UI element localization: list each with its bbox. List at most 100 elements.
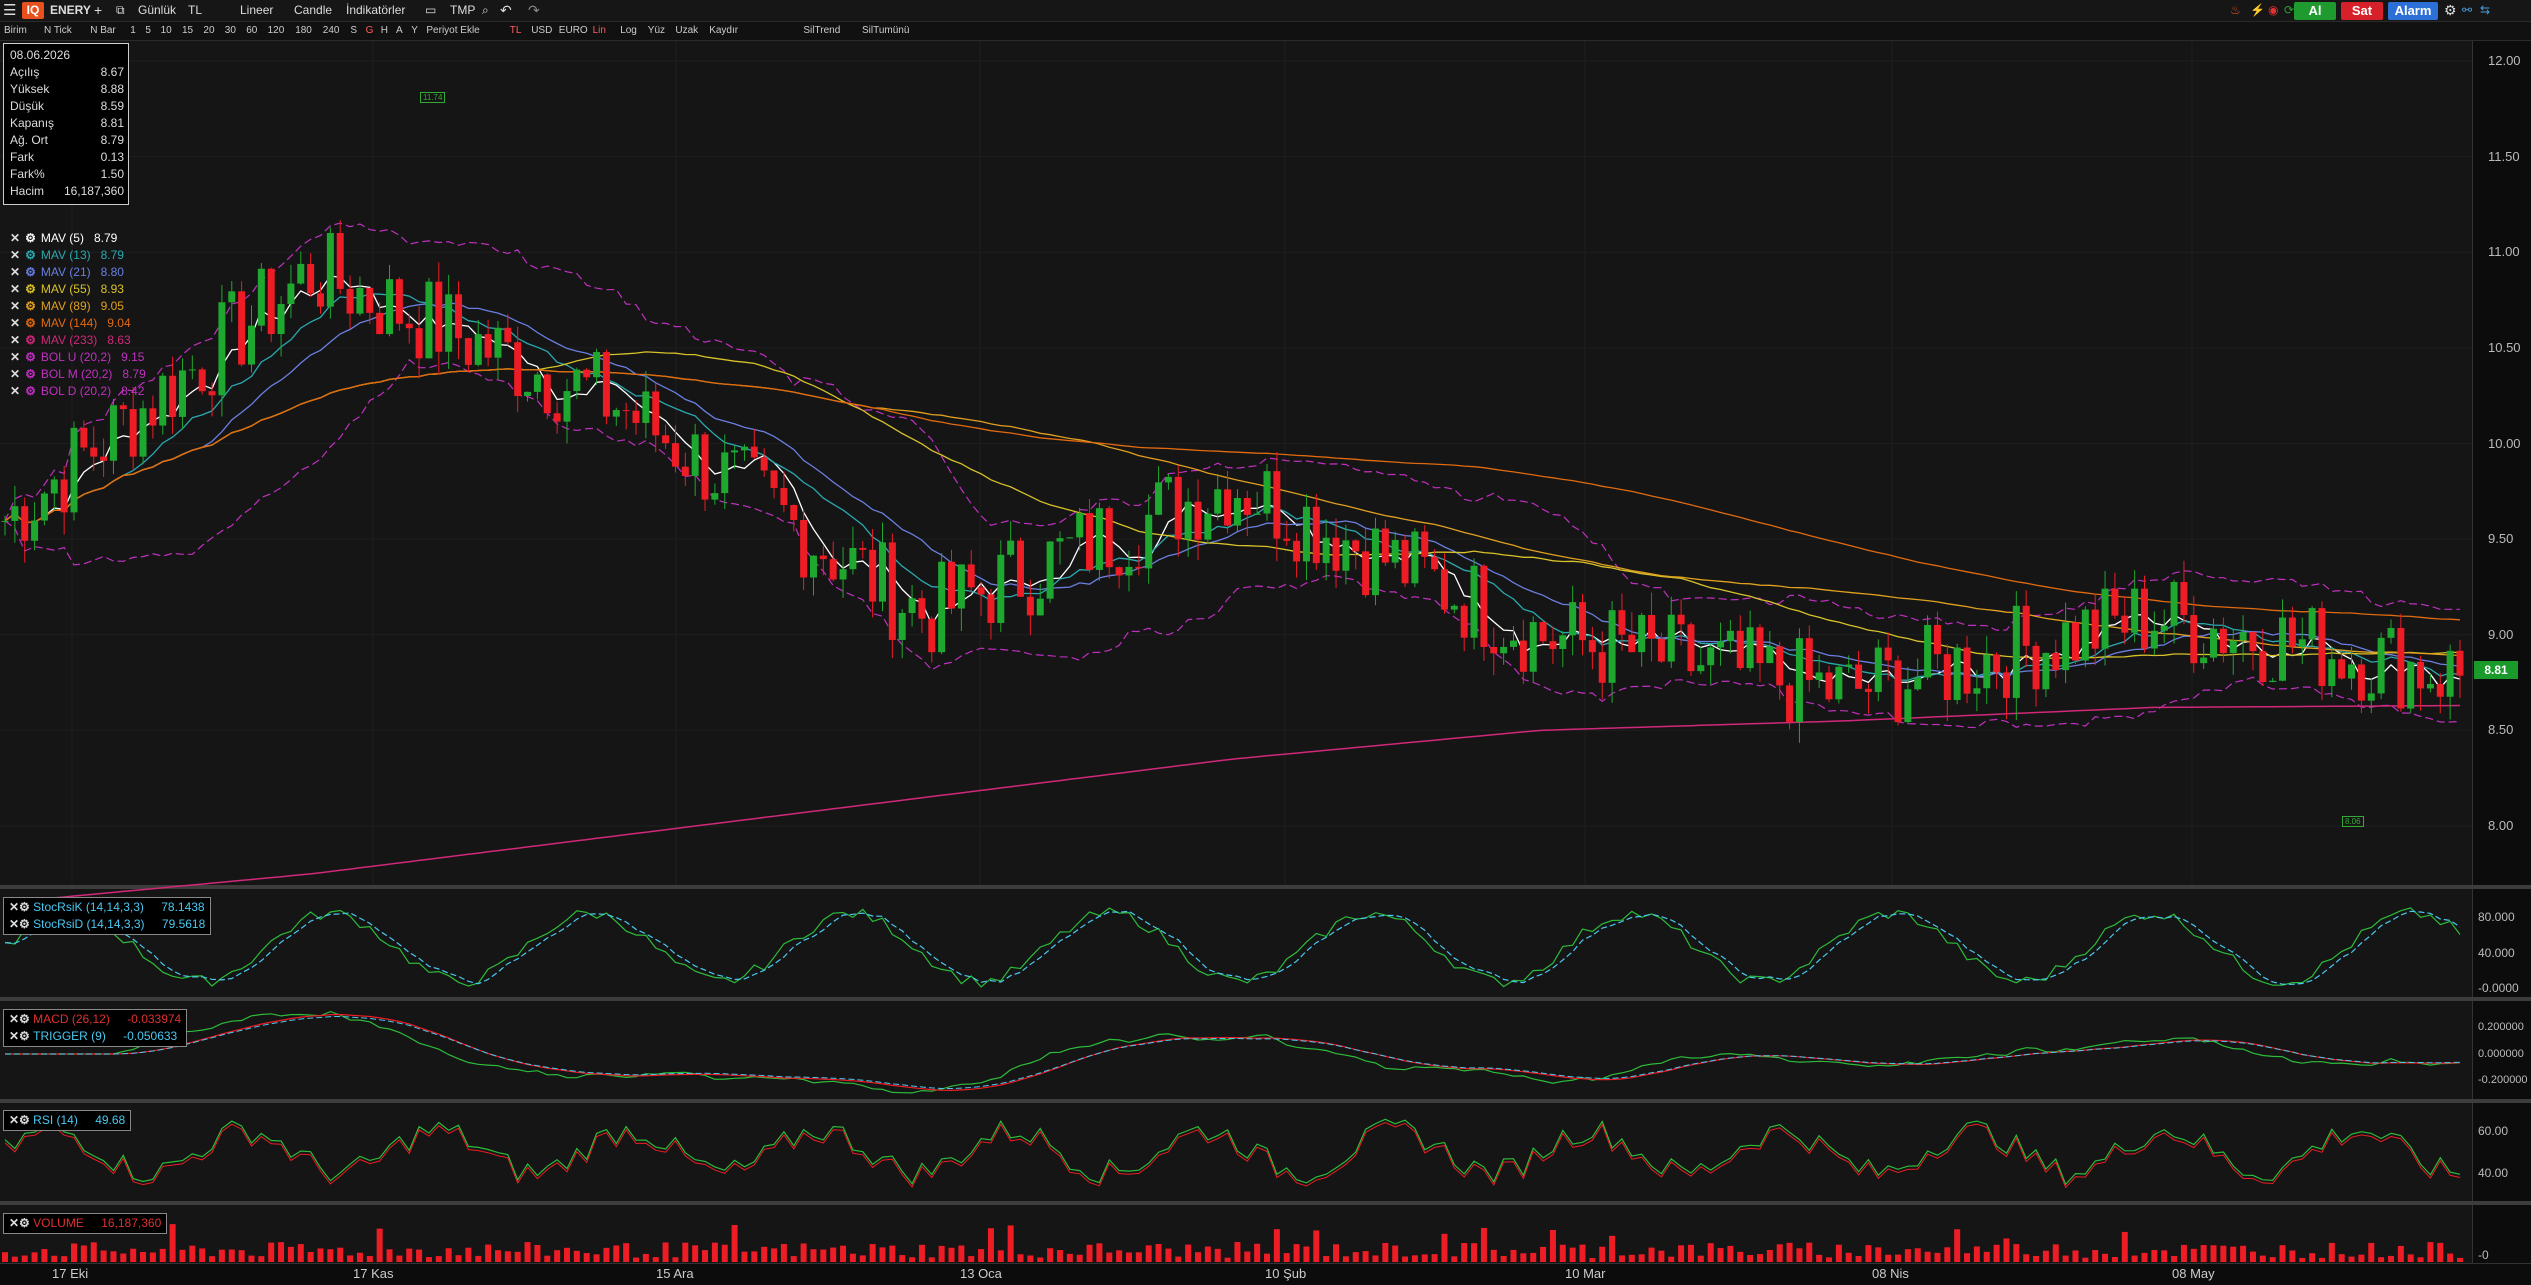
candle-body — [2002, 672, 2010, 698]
volume-bar — [2407, 1254, 2414, 1262]
volume-bar — [1194, 1252, 1201, 1262]
volume-bar — [1648, 1247, 1655, 1262]
candle-body — [1164, 476, 1172, 483]
candle-body — [1253, 513, 1261, 515]
volume-bar — [1609, 1235, 1616, 1262]
close-icon[interactable]: ✕ — [10, 231, 20, 245]
legend-item[interactable]: ✕ ⚙ BOL U (20,2) 9.15 — [10, 349, 144, 365]
volume-bar — [573, 1250, 580, 1262]
legend-value: 9.15 — [121, 350, 145, 364]
volume-bar — [2003, 1238, 2010, 1262]
volume-bar — [849, 1253, 856, 1262]
volume-bar — [1017, 1254, 1024, 1262]
candle-body — [494, 327, 502, 358]
settings-icon[interactable]: ⚙ — [25, 367, 36, 381]
candle-body — [1273, 471, 1281, 539]
close-icon[interactable]: ✕ — [10, 248, 20, 262]
candle-body — [1973, 688, 1981, 694]
ohlc-label: Ağ. Ort — [10, 133, 49, 147]
legend-item[interactable]: ✕ ⚙ BOL M (20,2) 8.79 — [10, 366, 146, 382]
legend-item[interactable]: ✕ ⚙ MAV (144) 9.04 — [10, 315, 131, 331]
candle-body — [326, 233, 334, 307]
volume-bar — [1204, 1246, 1211, 1262]
volume-bar — [327, 1249, 334, 1262]
settings-icon[interactable]: ⚙ — [25, 333, 36, 347]
volume-bar — [1007, 1225, 1014, 1262]
legend-value: 8.80 — [100, 265, 124, 279]
candle-body — [2446, 650, 2454, 697]
volume-bar — [1530, 1252, 1537, 1262]
volume-bar — [1303, 1246, 1310, 1262]
volume-bar — [1096, 1243, 1103, 1262]
settings-icon[interactable]: ⚙ — [25, 282, 36, 296]
settings-icon[interactable]: ⚙ — [25, 231, 36, 245]
candle-body — [1874, 647, 1882, 692]
close-icon[interactable]: ✕ — [10, 350, 20, 364]
volume-legend: ✕⚙ VOLUME 16,187,360 — [3, 1213, 168, 1234]
volume-bar — [1658, 1250, 1665, 1262]
settings-icon[interactable]: ⚙ — [25, 384, 36, 398]
candle-body — [2219, 628, 2227, 654]
candle-body — [1490, 646, 1498, 654]
legend-item[interactable]: ✕ ⚙ MAV (13) 8.79 — [10, 247, 124, 263]
sync-icon[interactable]: ⇆ — [2480, 0, 2490, 21]
settings-icon[interactable]: ⚙ — [25, 299, 36, 313]
volume-bar — [2447, 1253, 2454, 1262]
legend-item[interactable]: ✕ ⚙ BOL D (20,2) 8.42 — [10, 383, 144, 399]
price-scale[interactable] — [2472, 41, 2531, 885]
close-icon[interactable]: ✕ — [10, 384, 20, 398]
volume-bar — [130, 1248, 137, 1262]
close-icon[interactable]: ✕ — [10, 299, 20, 313]
volume-bar — [1678, 1245, 1685, 1262]
volume-bar — [524, 1242, 531, 1262]
rsi-scale[interactable] — [2472, 1103, 2531, 1201]
volume-bar — [563, 1247, 570, 1262]
candle-body — [287, 283, 295, 305]
settings-icon[interactable]: ⚙ — [25, 248, 36, 262]
volume-bar — [2457, 1257, 2463, 1262]
candle-body — [2042, 652, 2050, 690]
candle-body — [1283, 538, 1291, 541]
volume-bar — [1471, 1243, 1478, 1262]
settings-icon[interactable]: ⚙ — [25, 350, 36, 364]
volume-bar — [534, 1245, 541, 1262]
volume-bar — [1382, 1242, 1389, 1262]
legend-value: 8.42 — [121, 384, 145, 398]
volume-bar — [1116, 1250, 1123, 1262]
legend-item[interactable]: ✕ ⚙ MAV (5) 8.79 — [10, 230, 117, 246]
macd-axis-pos: 0.200000 — [2478, 1021, 2524, 1033]
legend-item[interactable]: ✕ ⚙ MAV (233) 8.63 — [10, 332, 131, 348]
candle-body — [208, 391, 216, 396]
candle-body — [2150, 630, 2158, 649]
close-icon[interactable]: ✕ — [10, 316, 20, 330]
candle-body — [918, 598, 926, 619]
volume-bar — [2289, 1250, 2296, 1262]
chart-canvas[interactable] — [0, 0, 2472, 1263]
legend-item[interactable]: ✕ ⚙ MAV (55) 8.93 — [10, 281, 124, 297]
candle-body — [2308, 608, 2316, 640]
candle-body — [1500, 646, 1508, 654]
legend-item[interactable]: ✕ ⚙ MAV (21) 8.80 — [10, 264, 124, 280]
settings-icon[interactable]: ⚙ — [25, 265, 36, 279]
candle-body — [1115, 567, 1123, 576]
candle-body — [336, 233, 344, 289]
volume-bar — [1717, 1248, 1724, 1262]
volume-bar — [199, 1248, 206, 1262]
date-label: 10 Şub — [1265, 1266, 1307, 1281]
volume-bar — [1490, 1249, 1497, 1262]
volume-bar — [100, 1250, 107, 1262]
high-marker: 11.74 — [420, 92, 446, 103]
volume-bar — [1421, 1254, 1428, 1262]
settings-icon[interactable]: ⚙ — [25, 316, 36, 330]
candle-body — [780, 488, 788, 506]
volume-bar — [1510, 1249, 1517, 1262]
close-icon[interactable]: ✕ — [10, 333, 20, 347]
ohlc-row: Düşük 8.59 — [10, 98, 124, 115]
candle-body — [632, 410, 640, 423]
close-icon[interactable]: ✕ — [10, 282, 20, 296]
volume-bar — [31, 1252, 38, 1262]
legend-item[interactable]: ✕ ⚙ MAV (89) 9.05 — [10, 298, 124, 314]
close-icon[interactable]: ✕ — [10, 367, 20, 381]
close-icon[interactable]: ✕ — [10, 265, 20, 279]
candle-body — [1894, 660, 1902, 723]
